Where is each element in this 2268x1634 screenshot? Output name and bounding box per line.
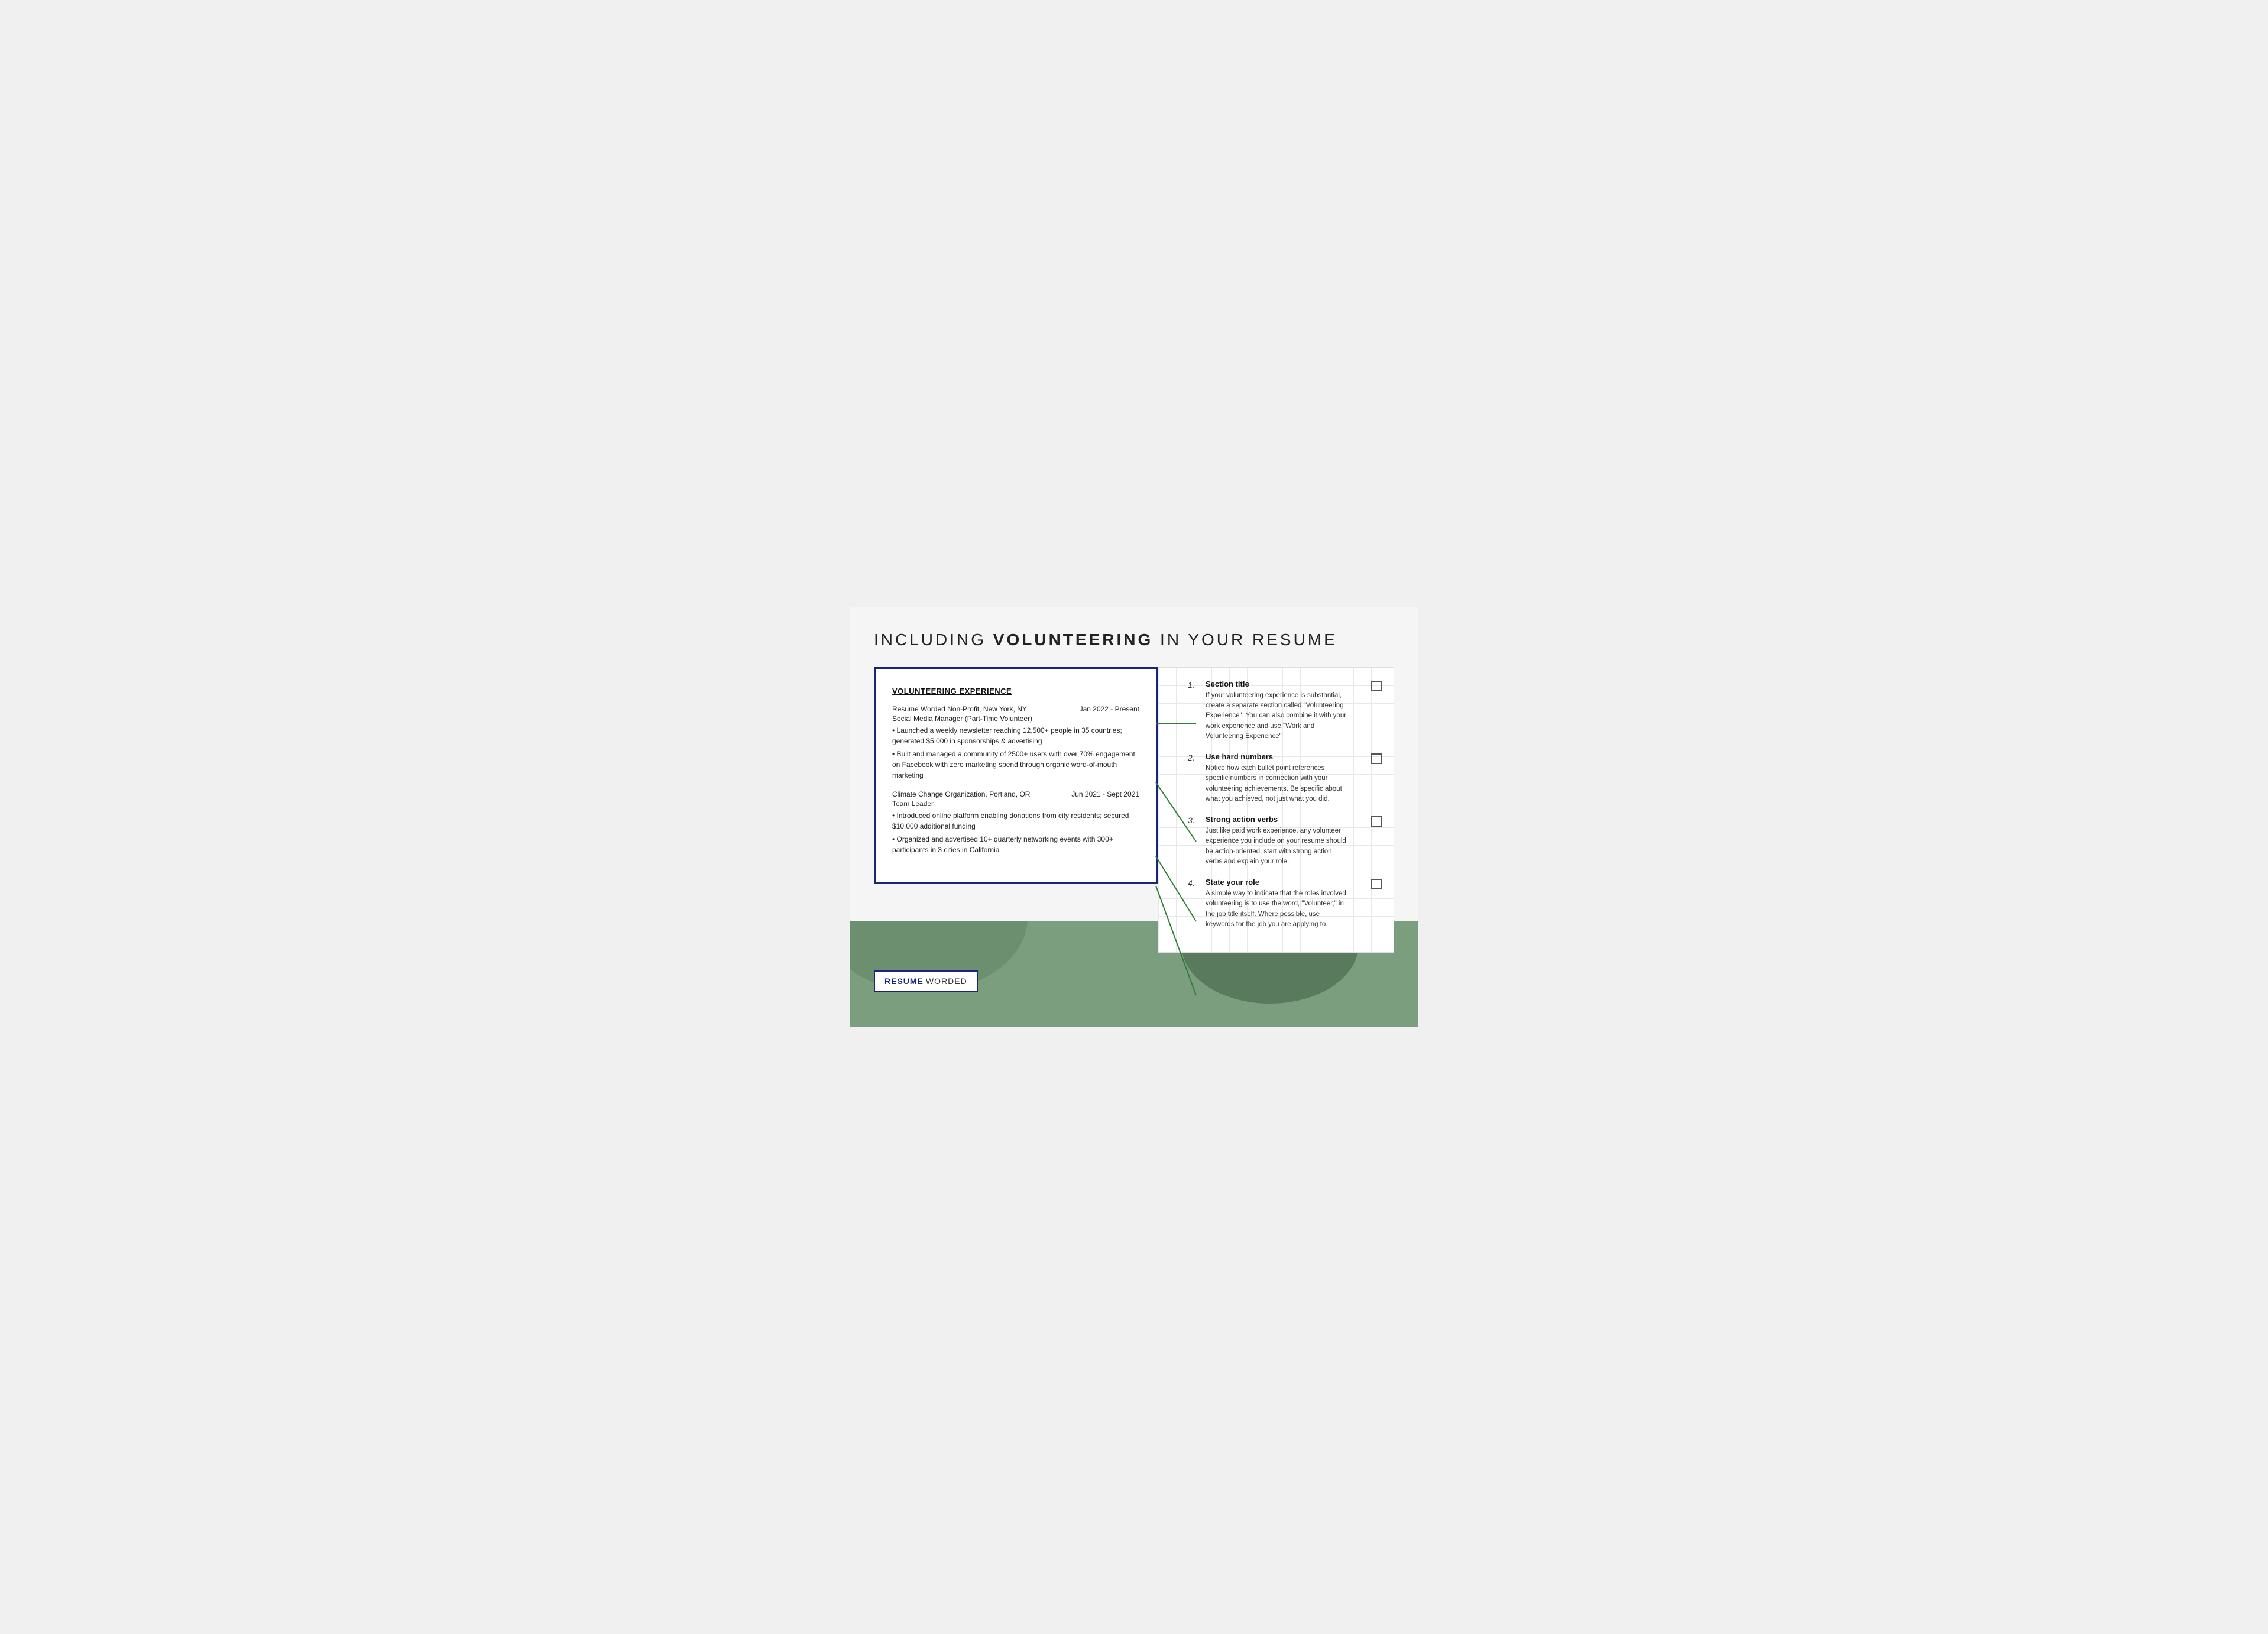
tip-4-checkbox[interactable] [1371, 879, 1382, 889]
resume-entry-1-date: Jan 2022 - Present [1080, 705, 1139, 713]
tip-3-text: Just like paid work experience, any volu… [1206, 826, 1347, 867]
tip-item-1: 1. Section title If your volunteering ex… [1188, 680, 1382, 742]
resume-entry-2-header: Climate Change Organization, Portland, O… [892, 790, 1139, 798]
tip-2-text: Notice how each bullet point references … [1206, 763, 1347, 804]
resume-preview: VOLUNTEERING EXPERIENCE Resume Worded No… [874, 667, 1158, 884]
tips-panel: 1. Section title If your volunteering ex… [1158, 667, 1394, 953]
resume-header-section: VOLUNTEERING EXPERIENCE [892, 687, 1139, 695]
tip-item-3: 3. Strong action verbs Just like paid wo… [1188, 815, 1382, 867]
tip-3-checkbox[interactable] [1371, 816, 1382, 827]
tip-1-title: Section title [1206, 680, 1347, 688]
resume-entry-2-org: Climate Change Organization, Portland, O… [892, 790, 1030, 798]
tips-panel-inner: 1. Section title If your volunteering ex… [1158, 668, 1394, 952]
tip-4-number: 4. [1188, 878, 1206, 888]
tip-2-content: Use hard numbers Notice how each bullet … [1206, 752, 1371, 804]
tip-2-number: 2. [1188, 753, 1206, 762]
logo-box: RESUME WORDED [874, 970, 978, 992]
tip-4-title: State your role [1206, 878, 1347, 886]
tip-3-content: Strong action verbs Just like paid work … [1206, 815, 1371, 867]
resume-entry-2-role: Team Leader [892, 800, 1139, 808]
tip-1-content: Section title If your volunteering exper… [1206, 680, 1371, 742]
resume-entry-1-role: Social Media Manager (Part-Time Voluntee… [892, 714, 1139, 723]
tip-3-title: Strong action verbs [1206, 815, 1347, 824]
title-bold: VOLUNTEERING [993, 630, 1153, 649]
resume-section-title: VOLUNTEERING EXPERIENCE [892, 687, 1139, 695]
tip-item-2: 2. Use hard numbers Notice how each bull… [1188, 752, 1382, 804]
tip-1-checkbox[interactable] [1371, 681, 1382, 691]
logo-area: RESUME WORDED [874, 970, 1394, 992]
resume-entry-1-header: Resume Worded Non-Profit, New York, NY J… [892, 705, 1139, 713]
resume-entry-2-bullet-2: • Organized and advertised 10+ quarterly… [892, 834, 1139, 855]
tip-2-title: Use hard numbers [1206, 752, 1347, 761]
page-wrapper: INCLUDING VOLUNTEERING IN YOUR RESUME VO… [850, 607, 1418, 1027]
resume-entry-2: Climate Change Organization, Portland, O… [892, 790, 1139, 855]
resume-inner: VOLUNTEERING EXPERIENCE Resume Worded No… [892, 687, 1139, 855]
title-suffix: IN YOUR RESUME [1153, 630, 1337, 649]
main-content: VOLUNTEERING EXPERIENCE Resume Worded No… [874, 667, 1394, 953]
resume-entry-1: Resume Worded Non-Profit, New York, NY J… [892, 705, 1139, 781]
title-prefix: INCLUDING [874, 630, 993, 649]
logo-resume-text: RESUME [884, 976, 924, 986]
resume-entry-1-bullet-2: • Built and managed a community of 2500+… [892, 749, 1139, 781]
resume-entry-1-org: Resume Worded Non-Profit, New York, NY [892, 705, 1027, 713]
tip-4-text: A simple way to indicate that the roles … [1206, 889, 1347, 930]
tip-1-number: 1. [1188, 680, 1206, 690]
tip-4-content: State your role A simple way to indicate… [1206, 878, 1371, 930]
tip-3-number: 3. [1188, 816, 1206, 825]
tip-2-checkbox[interactable] [1371, 753, 1382, 764]
logo-worded-text: WORDED [926, 976, 967, 986]
main-title: INCLUDING VOLUNTEERING IN YOUR RESUME [874, 630, 1394, 649]
resume-entry-2-bullet-1: • Introduced online platform enabling do… [892, 810, 1139, 831]
tip-1-text: If your volunteering experience is subst… [1206, 691, 1347, 742]
resume-entry-2-date: Jun 2021 - Sept 2021 [1071, 790, 1139, 798]
resume-entry-1-bullet-1: • Launched a weekly newsletter reaching … [892, 725, 1139, 746]
tip-item-4: 4. State your role A simple way to indic… [1188, 878, 1382, 930]
content-area: INCLUDING VOLUNTEERING IN YOUR RESUME VO… [874, 630, 1394, 992]
